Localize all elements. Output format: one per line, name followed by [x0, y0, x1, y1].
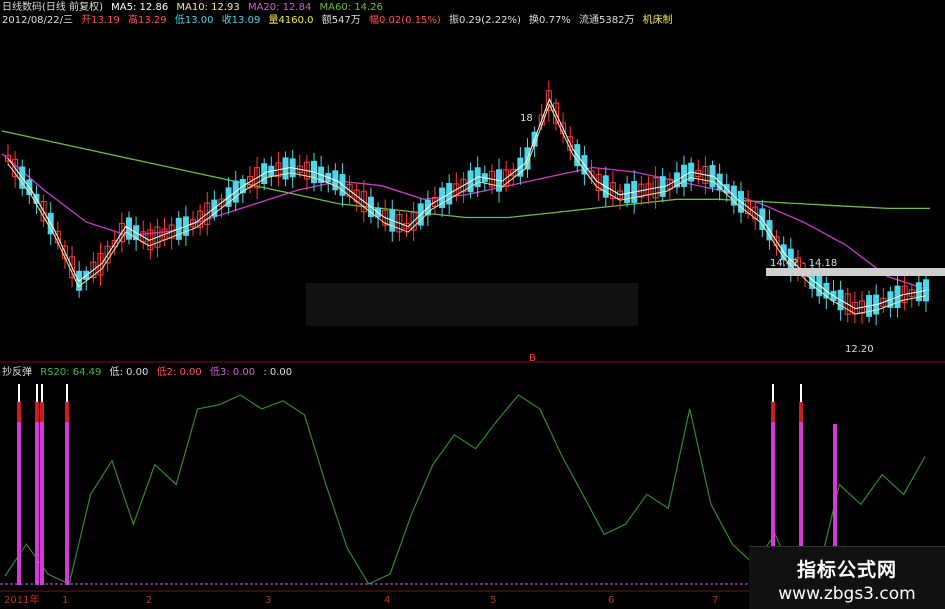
volume-value: 量4160.0 [268, 15, 314, 26]
signal-bar-red [35, 402, 39, 422]
ma5-value: MA5: 12.86 [111, 2, 169, 13]
signal-bar-red [17, 402, 21, 422]
signal-bar-red [40, 402, 44, 422]
amplitude-value: 振0.29(2.22%) [449, 15, 521, 26]
signal-bar-red [65, 402, 69, 422]
chart-canvas: 18 14.42 - 14.18 12.20 B 2011年 1 2 3 4 5 6 7 [0, 0, 945, 606]
rs-value: RS20: 64.49 [40, 367, 102, 378]
indicator-header: 抄反弹 RS20: 64.49 低: 0.00 低2: 0.00 低3: 0.0… [2, 367, 297, 379]
indicator-extra: : 0.00 [263, 367, 293, 378]
x-tick-label: 2 [146, 595, 152, 606]
signal-bar-white [18, 384, 20, 402]
header-row-ma: 日线数码(日线 前复权) MA5: 12.86 MA10: 12.93 MA20… [2, 2, 388, 14]
date-value: 2012/08/22/三 [2, 15, 74, 26]
industry-value: 机床制 [642, 15, 673, 26]
x-tick-label: 7 [712, 595, 718, 606]
signal-bar-white [800, 384, 802, 402]
turnover-value: 换0.77% [529, 15, 571, 26]
b-marker: B [529, 353, 536, 364]
high-value: 高13.29 [128, 15, 167, 26]
signal-bar-white [66, 384, 68, 402]
x-tick-label: 2011年 [4, 593, 39, 606]
signal-bar [17, 420, 21, 585]
range-label: 14.42 - 14.18 [770, 258, 837, 269]
indicator-low: 低: 0.00 [109, 367, 149, 378]
peak-label: 18 [520, 113, 533, 124]
watermark-url: www.zbgs3.com [778, 584, 916, 604]
series-line-ma60 [1, 130, 930, 219]
signal-bar-white [36, 384, 38, 402]
chart-stage: 18 14.42 - 14.18 12.20 B 2011年 1 2 3 4 5 6 7 日线数码(日… [0, 0, 945, 609]
signal-bar-white [772, 384, 774, 402]
indicator-low3: 低3: 0.00 [209, 367, 256, 378]
signal-bar [65, 420, 69, 585]
watermark: 指标公式网 www.zbgs3.com [749, 546, 945, 609]
watermark-title: 指标公式网 [796, 559, 897, 581]
signal-bar-red [799, 402, 803, 422]
x-tick-label: 6 [608, 595, 614, 606]
x-tick-label: 4 [384, 595, 390, 606]
indicator-name: 抄反弹 [2, 367, 32, 378]
change-value: 幅0.02(0.15%) [368, 15, 441, 26]
amount-value: 额547万 [321, 15, 361, 26]
open-value: 开13.19 [81, 15, 120, 26]
header-row-ohlc: 2012/08/22/三 开13.19 高13.29 低13.00 收13.09… [2, 15, 678, 27]
chart-title: 日线数码(日线 前复权) [2, 2, 103, 13]
ma60-value: MA60: 14.26 [319, 2, 383, 13]
float-value: 流通5382万 [579, 15, 635, 26]
x-tick-label: 3 [265, 595, 271, 606]
ma20-value: MA20: 12.84 [247, 2, 312, 13]
x-tick-label: 1 [62, 595, 68, 606]
occluding-box [306, 283, 638, 326]
signal-bar-white [41, 384, 43, 402]
ma10-value: MA10: 12.93 [176, 2, 240, 13]
signal-bar [40, 420, 44, 585]
signal-bar [35, 420, 39, 585]
signal-bar-red [771, 402, 775, 422]
indicator-low2: 低2: 0.00 [156, 367, 202, 378]
x-tick-label: 5 [490, 595, 496, 606]
low-label: 12.20 [845, 344, 874, 355]
close-value: 收13.09 [221, 15, 261, 26]
range-band [766, 268, 945, 276]
low-value: 低13.00 [174, 15, 214, 26]
